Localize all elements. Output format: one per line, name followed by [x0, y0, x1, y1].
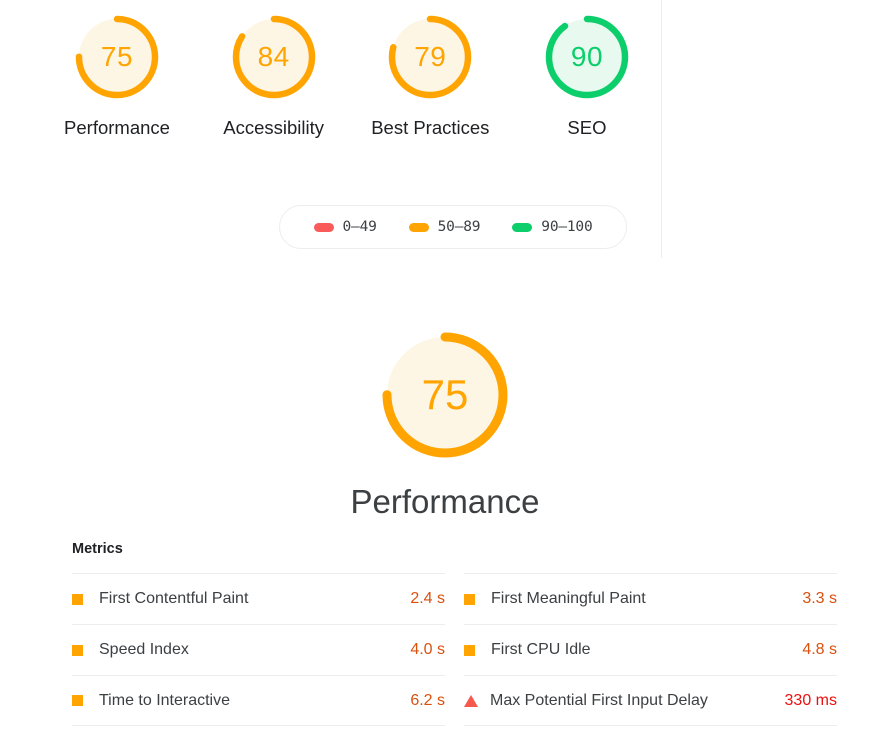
metric-name: First Contentful Paint [99, 590, 249, 607]
score-gauge-row: 75 Performance 84 Accessibility 79 Best Pract… [42, 8, 662, 139]
metric-name: First Meaningful Paint [491, 590, 646, 607]
score-gauge-accessibility[interactable]: 84 Accessibility [199, 8, 349, 139]
gauge-score-value: 75 [100, 41, 134, 72]
gauge-dial: 84 [225, 8, 323, 106]
metric-value: 6.2 s [410, 691, 445, 709]
score-gauge-best-practices[interactable]: 79 Best Practices [355, 8, 505, 139]
metric-value: 3.3 s [802, 590, 837, 607]
legend-item-fail: 0–49 [313, 219, 377, 235]
square-average-icon [72, 695, 83, 706]
metrics-columns: First Contentful Paint 2.4 s Speed Index 4.… [72, 573, 838, 726]
metrics-section: Metrics First Contentful Paint 2.4 s Speed… [72, 541, 838, 726]
metric-name: Time to Interactive [99, 691, 231, 709]
legend-swatch-icon [512, 222, 533, 232]
gauge-label: SEO [567, 117, 607, 138]
legend-swatch-icon [313, 222, 334, 232]
square-average-icon [72, 644, 83, 656]
gauge-dial: 79 [381, 8, 479, 106]
score-gauge-performance[interactable]: 75 Performance [42, 8, 192, 139]
legend-range-label: 0–49 [342, 219, 377, 235]
metric-row[interactable]: First Contentful Paint 2.4 s [72, 573, 445, 624]
metric-value: 330 ms [784, 691, 837, 709]
legend-range-label: 50–89 [437, 219, 481, 235]
score-legend: 0–49 50–89 90–100 [279, 205, 627, 249]
metric-row[interactable]: First Meaningful Paint 3.3 s [464, 573, 837, 624]
metric-row[interactable]: Speed Index 4.0 s [72, 624, 445, 675]
legend-range-label: 90–100 [541, 219, 593, 235]
metric-name: Max Potential First Input Delay [490, 691, 708, 709]
legend-item-average: 50–89 [408, 219, 481, 235]
gauge-score-value: 79 [414, 41, 447, 72]
gauge-dial: 90 [538, 8, 636, 106]
metric-row[interactable]: First CPU Idle 4.8 s [464, 624, 837, 675]
category-gauge: 75 [372, 322, 518, 468]
square-average-icon [464, 644, 475, 656]
metric-row[interactable]: Max Potential First Input Delay 330 ms [464, 675, 837, 726]
metric-name: First CPU Idle [491, 641, 591, 658]
metrics-column: First Meaningful Paint 3.3 s First CPU Idl… [464, 573, 837, 726]
score-summary-strip: 75 Performance 84 Accessibility 79 Best Pract… [0, 0, 890, 258]
metric-row[interactable]: Time to Interactive 6.2 s [72, 675, 445, 726]
category-score-value: 75 [421, 371, 469, 418]
category-title: Performance [350, 483, 540, 520]
metrics-heading: Metrics [72, 541, 123, 557]
triangle-fail-icon [464, 694, 478, 707]
metric-value: 4.8 s [802, 641, 837, 658]
square-average-icon [464, 593, 475, 605]
metrics-column: First Contentful Paint 2.4 s Speed Index 4.… [72, 573, 445, 726]
legend-item-pass: 90–100 [512, 219, 593, 235]
square-average-icon [72, 593, 83, 605]
metric-name: Speed Index [99, 641, 189, 658]
gauge-score-value: 84 [257, 41, 290, 72]
gauge-dial: 75 [68, 8, 166, 106]
legend-swatch-icon [408, 222, 429, 232]
score-gauge-seo[interactable]: 90 SEO [512, 8, 662, 139]
category-header: 75 Performance [0, 322, 890, 521]
gauge-label: Best Practices [371, 117, 490, 138]
metric-value: 4.0 s [410, 641, 445, 658]
gauge-score-value: 90 [570, 41, 604, 72]
gauge-label: Accessibility [223, 117, 325, 138]
gauge-label: Performance [64, 117, 170, 138]
metric-value: 2.4 s [410, 590, 445, 607]
